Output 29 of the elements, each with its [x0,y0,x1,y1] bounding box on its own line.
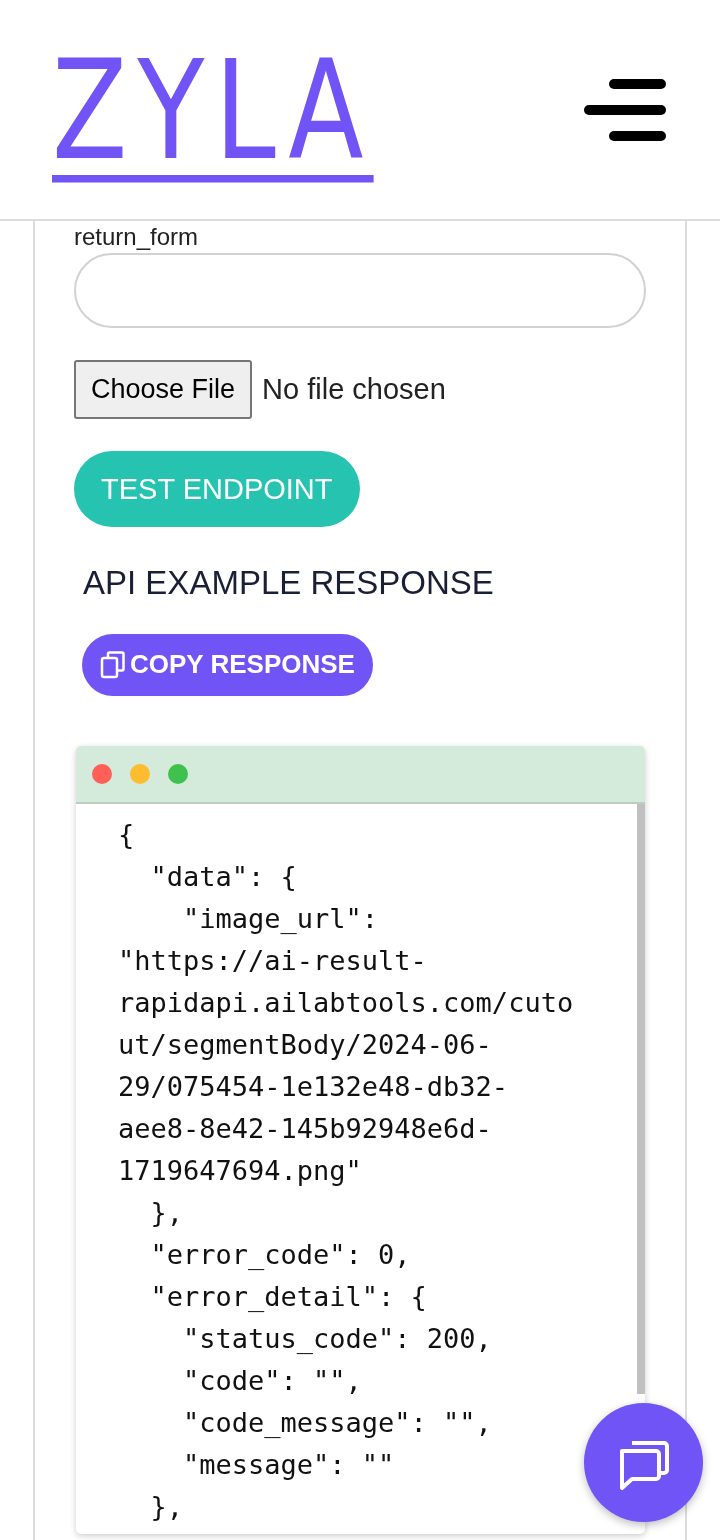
minimize-dot-icon [130,763,150,784]
scrollbar[interactable] [637,803,645,1394]
menu-icon[interactable] [584,78,666,141]
file-status: No file chosen [262,373,446,406]
code-line: ut/segmentBody/2024-06- [118,1027,492,1062]
copy-icon [100,650,126,679]
code-line: "code": "", [182,1363,362,1398]
code-line: { [118,817,135,852]
code-line: }, [149,1489,184,1524]
logo[interactable]: ZYLA [52,40,374,179]
field-label: return_form [74,223,200,251]
code-line: "error_detail": { [149,1279,427,1314]
code-line: "code_message": "", [182,1405,492,1440]
code-line: "message": "" [182,1447,395,1482]
code-line: "image_url": [182,901,379,936]
copy-response-button[interactable]: COPY RESPONSE [82,633,373,696]
choose-file-button[interactable]: Choose File [74,360,253,419]
section-heading: API EXAMPLE RESPONSE [83,563,495,603]
code-line: "status_code": 200, [182,1321,492,1356]
code-line: 1719647694.png" [118,1153,362,1188]
code-line: "https://ai-result- [118,943,427,978]
code-line: "error_code": 0, [149,1237,411,1272]
code-line: }, [149,1195,184,1230]
maximize-dot-icon [168,763,188,784]
close-dot-icon [92,763,112,784]
code-line: rapidapi.ailabtools.com/cuto [118,985,574,1020]
code-line: aee8-8e42-145b92948e6d- [118,1111,492,1146]
code-line: "data": { [149,859,297,894]
code-line: 29/075454-1e132e48-db32- [118,1069,509,1104]
